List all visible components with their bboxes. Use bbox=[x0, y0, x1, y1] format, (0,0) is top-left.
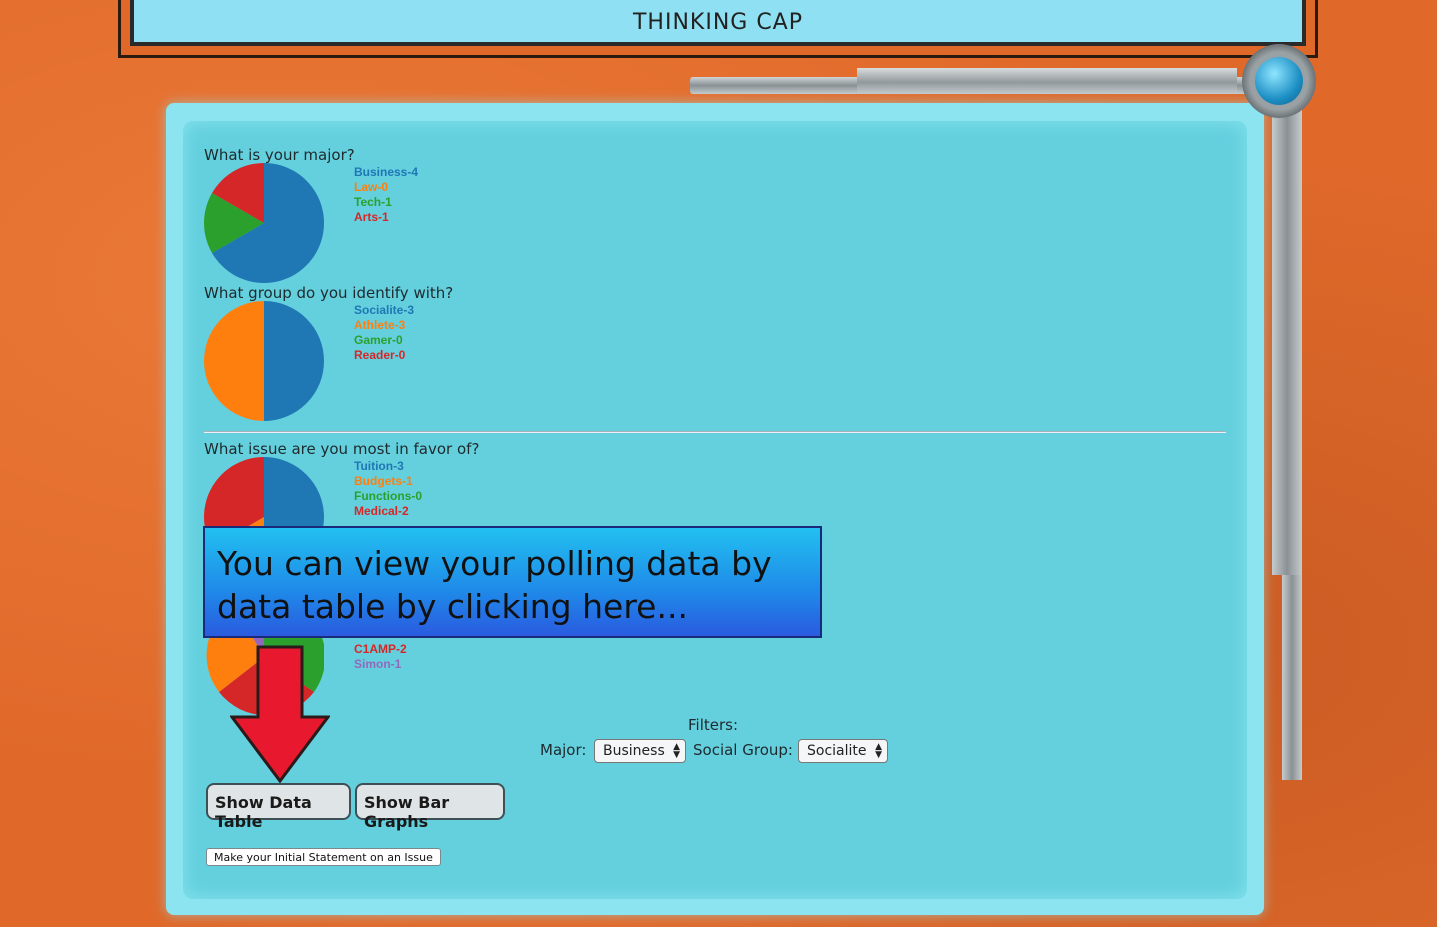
legend-item: Simon-1 bbox=[354, 657, 402, 671]
pie-legend-partial: C1AMP-2 Simon-1 bbox=[354, 642, 407, 672]
legend-item: Business-4 bbox=[354, 165, 419, 179]
legend-item: Tuition-3 bbox=[354, 459, 404, 473]
legend-item: Socialite-3 bbox=[354, 303, 415, 317]
legend-item: Gamer-0 bbox=[354, 333, 403, 347]
legend-item: C1AMP-2 bbox=[354, 642, 407, 656]
pie-legend-issue: Tuition-3 Budgets-1 Functions-0 Medical-2 bbox=[354, 459, 422, 519]
filters-label: Filters: bbox=[688, 716, 739, 734]
legend-item: Athlete-3 bbox=[354, 318, 406, 332]
legend-item: Tech-1 bbox=[354, 195, 392, 209]
major-filter-label: Major: bbox=[540, 741, 587, 759]
show-data-table-button[interactable]: Show Data Table bbox=[206, 783, 351, 831]
question-title: What group do you identify with? bbox=[204, 284, 454, 302]
show-bar-graphs-button[interactable]: Show Bar Graphs bbox=[355, 783, 505, 831]
tutorial-callout: You can view your polling data by data t… bbox=[203, 526, 822, 638]
major-select[interactable]: Business ▲ ▼ bbox=[594, 739, 686, 763]
pie-chart-major bbox=[204, 163, 324, 283]
section-divider bbox=[204, 431, 1226, 433]
app-title: THINKING CAP bbox=[632, 10, 804, 35]
pie-slice-athlete bbox=[204, 301, 264, 421]
social-group-select-value: Socialite bbox=[807, 743, 867, 759]
pie-chart-group bbox=[204, 301, 324, 421]
pie-legend-group: Socialite-3 Athlete-3 Gamer-0 Reader-0 bbox=[354, 303, 414, 363]
legend-item: Reader-0 bbox=[354, 348, 406, 362]
select-arrows-icon: ▲ ▼ bbox=[875, 742, 882, 760]
social-group-select[interactable]: Socialite ▲ ▼ bbox=[798, 739, 888, 763]
pie-legend-major: Business-4 Law-0 Tech-1 Arts-1 bbox=[354, 165, 418, 225]
knob-icon bbox=[1242, 44, 1316, 118]
major-select-value: Business bbox=[603, 743, 665, 759]
decorative-pipe bbox=[1282, 575, 1302, 780]
social-group-filter-label: Social Group: bbox=[693, 741, 793, 759]
legend-item: Medical-2 bbox=[354, 504, 409, 518]
legend-item: Functions-0 bbox=[354, 489, 422, 503]
question-title: What issue are you most in favor of? bbox=[204, 440, 480, 458]
pie-slice-socialite bbox=[264, 301, 324, 421]
decorative-pipe bbox=[1272, 105, 1302, 575]
legend-item: Arts-1 bbox=[354, 210, 389, 224]
question-title: What is your major? bbox=[204, 146, 355, 164]
legend-item: Budgets-1 bbox=[354, 474, 413, 488]
header-frame: THINKING CAP bbox=[118, 0, 1318, 58]
arrow-down-icon bbox=[230, 645, 330, 784]
select-arrows-icon: ▲ ▼ bbox=[673, 742, 680, 760]
header-banner: THINKING CAP bbox=[130, 0, 1306, 46]
initial-statement-button[interactable]: Make your Initial Statement on an Issue bbox=[206, 848, 441, 866]
decorative-pipe bbox=[857, 68, 1237, 94]
legend-item: Law-0 bbox=[354, 180, 389, 194]
